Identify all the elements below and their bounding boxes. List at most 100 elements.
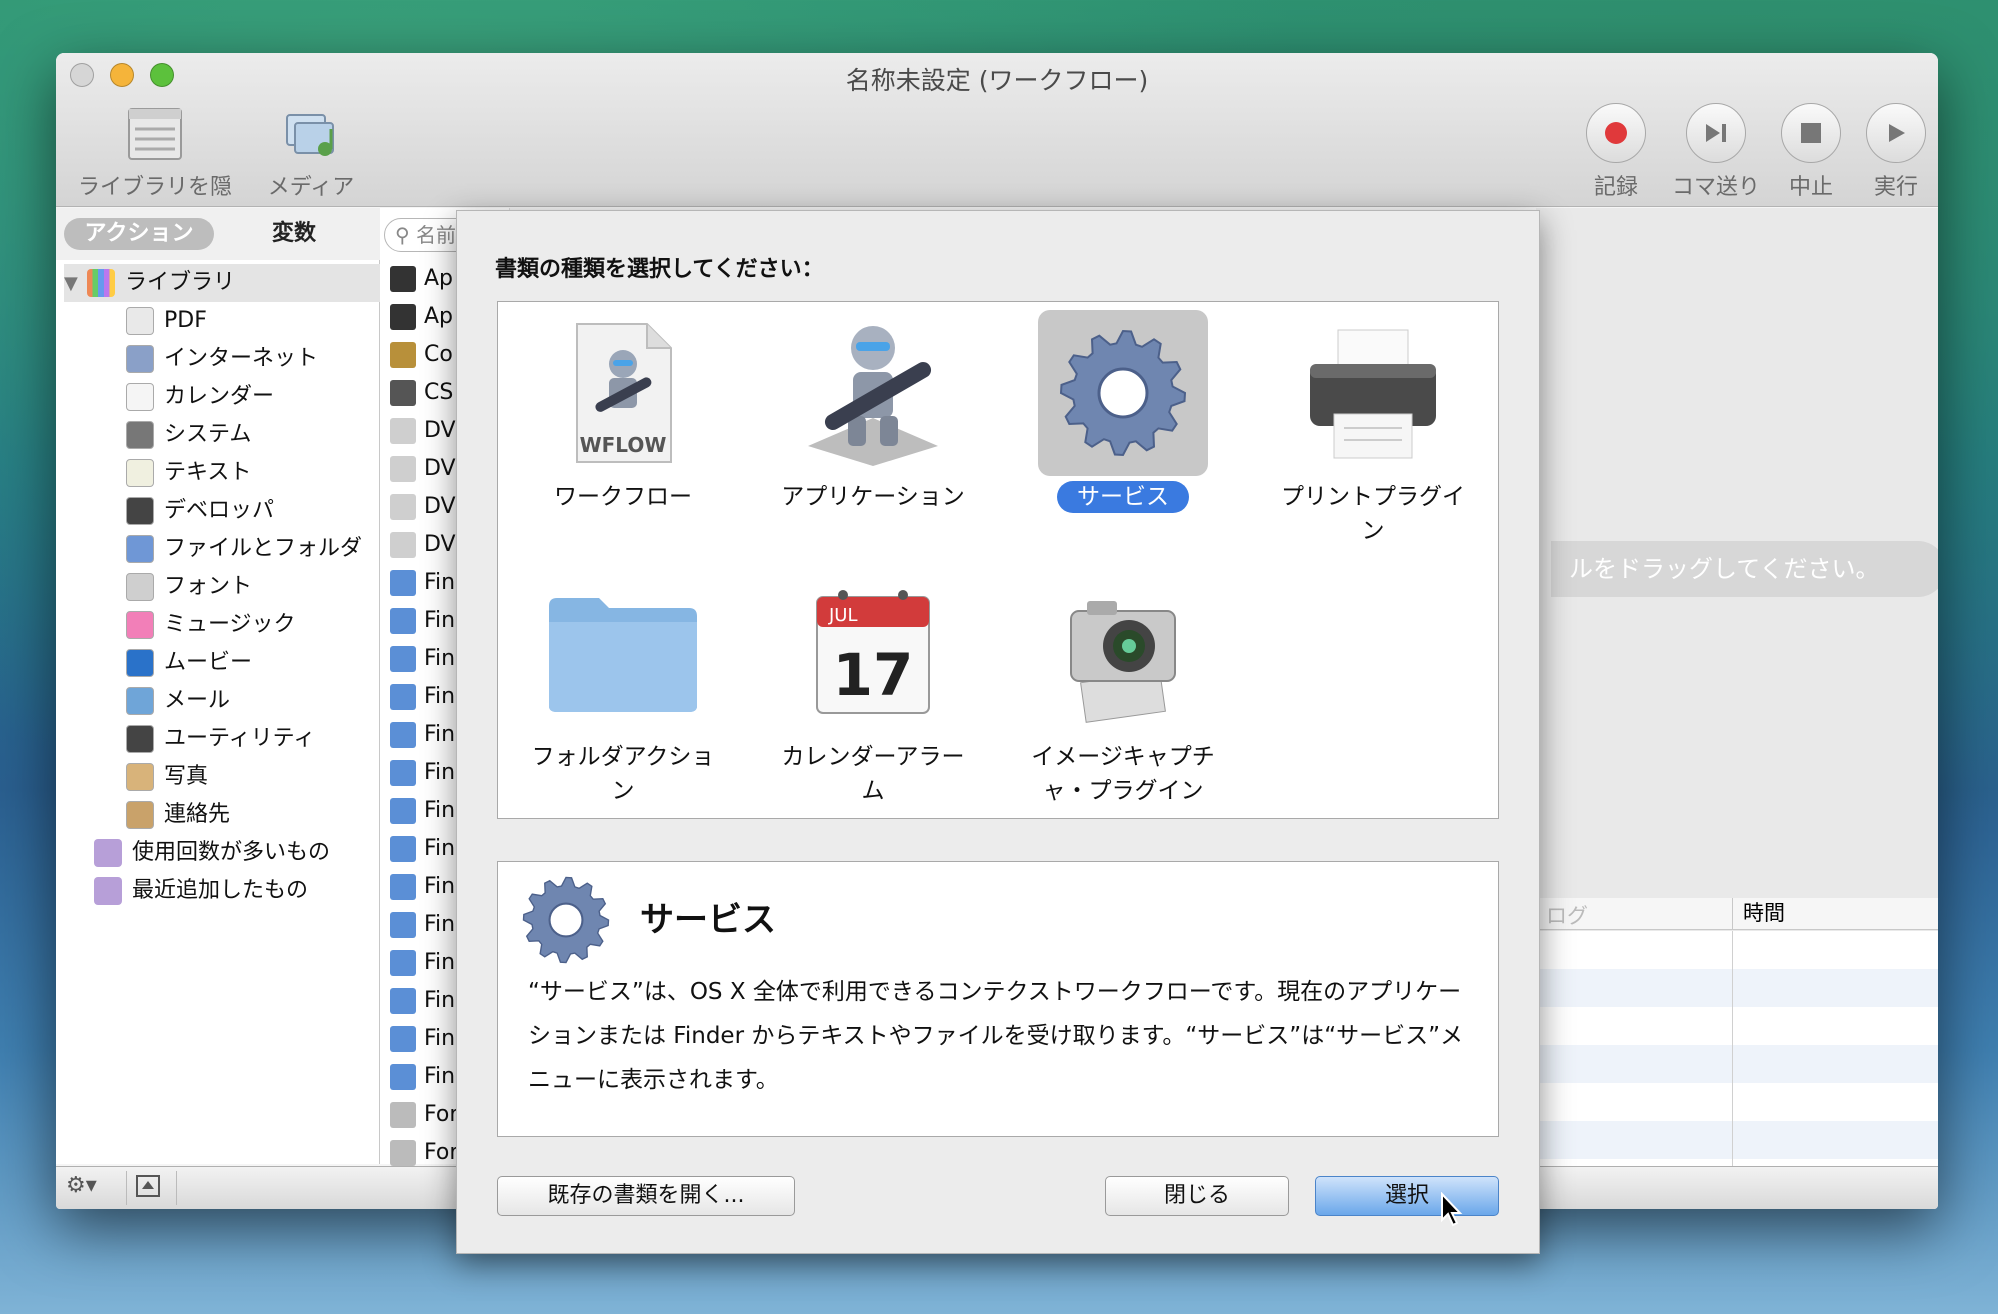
- type-label: プリントプラグイン: [1281, 484, 1465, 544]
- action-icon: [390, 836, 416, 862]
- description-toggle-button[interactable]: [136, 1175, 160, 1197]
- record-label: 記録: [1593, 175, 1638, 200]
- stop-button[interactable]: 中止: [1771, 103, 1851, 201]
- library-item[interactable]: デベロッパ: [126, 492, 274, 530]
- type-workflow[interactable]: WFLOW ワークフロー: [498, 310, 748, 514]
- record-icon: [1605, 122, 1627, 144]
- library-item[interactable]: 写真: [126, 758, 208, 796]
- action-item[interactable]: Fin: [390, 1020, 455, 1058]
- smart-group[interactable]: 最近追加したもの: [94, 872, 308, 910]
- action-item[interactable]: Ap: [390, 260, 453, 298]
- action-item[interactable]: Fin: [390, 868, 455, 906]
- type-application[interactable]: アプリケーション: [748, 310, 998, 514]
- library-item[interactable]: インターネット: [126, 340, 318, 378]
- action-item[interactable]: Fin: [390, 564, 455, 602]
- library-item[interactable]: ユーティリティ: [126, 720, 315, 758]
- action-item[interactable]: Ap: [390, 298, 453, 336]
- tab-actions[interactable]: アクション: [64, 218, 214, 250]
- category-icon: [126, 763, 154, 791]
- action-label: Fin: [424, 608, 456, 633]
- library-item[interactable]: テキスト: [126, 454, 251, 492]
- search-placeholder: 名前: [416, 223, 457, 247]
- library-item[interactable]: システム: [126, 416, 251, 454]
- library-item[interactable]: PDF: [126, 302, 207, 340]
- action-icon: [390, 342, 416, 368]
- action-item[interactable]: DV: [390, 412, 456, 450]
- workflow-document-icon: WFLOW: [576, 323, 672, 463]
- type-print-plugin[interactable]: プリントプラグイン: [1248, 310, 1498, 548]
- gear-icon: [522, 876, 610, 964]
- action-icon: [390, 380, 416, 406]
- action-item[interactable]: Fin: [390, 1058, 455, 1096]
- library-item[interactable]: メール: [126, 682, 230, 720]
- library-icon: [87, 269, 115, 297]
- camera-icon: [1070, 601, 1176, 723]
- action-item[interactable]: Fin: [390, 716, 455, 754]
- action-item[interactable]: Fon: [390, 1096, 463, 1134]
- library-item-label: インターネット: [164, 346, 319, 371]
- library-item[interactable]: カレンダー: [126, 378, 274, 416]
- calendar-icon: JUL 17: [816, 590, 930, 714]
- library-item-label: PDF: [164, 308, 207, 333]
- library-item-label: メール: [164, 688, 231, 713]
- action-item[interactable]: Fin: [390, 906, 455, 944]
- library-root[interactable]: ▼ ライブラリ: [64, 264, 380, 302]
- library-panel: アクション 変数 ▼ ライブラリ PDF インターネットカレンダー システム テキスト…: [56, 208, 380, 1164]
- library-item[interactable]: フォント: [126, 568, 252, 606]
- library-item[interactable]: ミュージック: [126, 606, 296, 644]
- gear-menu-button[interactable]: ⚙▾: [66, 1173, 97, 1198]
- open-existing-button[interactable]: 既存の書類を開く...: [497, 1176, 795, 1216]
- svg-text:JUL: JUL: [828, 605, 858, 626]
- action-item[interactable]: Fin: [390, 602, 455, 640]
- type-image-capture-plugin[interactable]: イメージキャプチャ・プラグイン: [998, 570, 1248, 808]
- action-item[interactable]: Fin: [390, 678, 455, 716]
- action-item[interactable]: Fin: [390, 754, 455, 792]
- disclosure-triangle-icon[interactable]: ▼: [64, 265, 80, 303]
- action-item[interactable]: Fin: [390, 792, 455, 830]
- step-button[interactable]: コマ送り: [1661, 103, 1771, 201]
- run-button[interactable]: 実行: [1856, 103, 1936, 201]
- action-icon: [390, 646, 416, 672]
- action-icon: [390, 570, 416, 596]
- category-icon: [126, 383, 154, 411]
- action-item[interactable]: Fin: [390, 830, 455, 868]
- library-item[interactable]: 連絡先: [126, 796, 230, 834]
- close-button[interactable]: 閉じる: [1105, 1176, 1289, 1216]
- time-column-header[interactable]: 時間: [1732, 898, 1785, 930]
- choose-button[interactable]: 選択: [1315, 1176, 1499, 1216]
- category-icon: [126, 307, 154, 335]
- action-icon: [390, 988, 416, 1014]
- library-item-label: 写真: [164, 764, 209, 789]
- play-icon: [1889, 124, 1905, 142]
- action-label: Ap: [424, 304, 454, 329]
- library-item-label: ファイルとフォルダ: [164, 536, 363, 561]
- step-icon: [1706, 124, 1726, 142]
- action-label: Fin: [424, 798, 456, 823]
- media-icon: [281, 105, 341, 163]
- type-folder-action[interactable]: フォルダアクション: [498, 570, 748, 808]
- type-service[interactable]: サービス: [998, 310, 1248, 514]
- type-label: ワークフロー: [554, 484, 692, 510]
- action-item[interactable]: CS: [390, 374, 453, 412]
- tab-variables[interactable]: 変数: [234, 218, 354, 250]
- action-item[interactable]: Co: [390, 336, 453, 374]
- library-item[interactable]: ムービー: [126, 644, 252, 682]
- action-item[interactable]: Fin: [390, 944, 455, 982]
- action-item[interactable]: DV: [390, 526, 456, 564]
- action-item[interactable]: Fin: [390, 982, 455, 1020]
- smart-group[interactable]: 使用回数が多いもの: [94, 834, 330, 872]
- media-button[interactable]: メディア: [256, 105, 366, 201]
- action-icon: [390, 266, 416, 292]
- log-header: ログ 時間: [1536, 898, 1938, 930]
- type-label: カレンダーアラーム: [781, 744, 965, 804]
- window-title: 名称未設定 (ワークフロー): [845, 66, 1149, 95]
- type-calendar-alarm[interactable]: JUL 17 カレンダーアラーム: [748, 570, 998, 808]
- action-icon: [390, 950, 416, 976]
- action-icon: [390, 418, 416, 444]
- action-item[interactable]: Fin: [390, 640, 455, 678]
- record-button[interactable]: 記録: [1576, 103, 1656, 201]
- library-item[interactable]: ファイルとフォルダ: [126, 530, 362, 568]
- action-label: DV: [424, 418, 456, 443]
- action-item[interactable]: DV: [390, 488, 456, 526]
- action-item[interactable]: DV: [390, 450, 456, 488]
